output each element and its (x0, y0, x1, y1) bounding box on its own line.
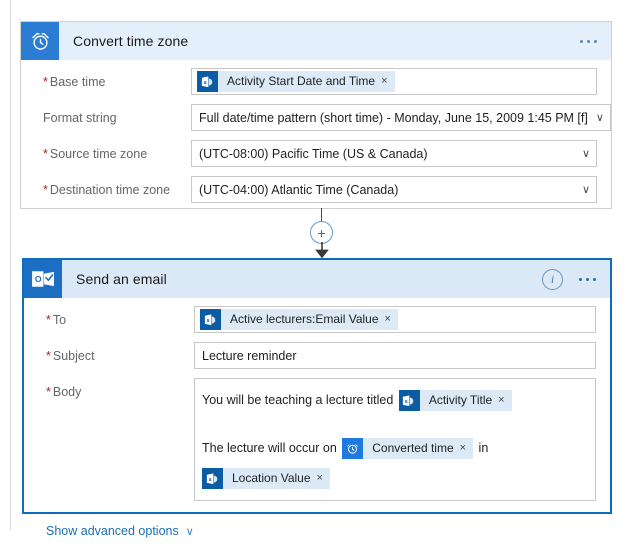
token-remove-icon[interactable]: × (385, 309, 398, 330)
svg-text:s: s (208, 477, 211, 483)
required-asterisk: * (46, 385, 51, 399)
svg-text:s: s (405, 399, 408, 405)
body-text: The lecture will occur on (202, 441, 341, 455)
token-remove-icon[interactable]: × (317, 468, 330, 489)
token-label: Activity Start Date and Time (227, 74, 376, 88)
field-label-to: * To (46, 313, 67, 327)
required-asterisk: * (43, 183, 48, 197)
field-row-subject: * Subject Lecture reminder (46, 342, 596, 369)
card-menu-button[interactable] (577, 274, 598, 285)
sharepoint-icon: s (197, 71, 218, 92)
dropdown-value: (UTC-08:00) Pacific Time (US & Canada) (199, 146, 428, 161)
sharepoint-icon: s (202, 468, 223, 490)
card-body: * Base time s Activity Start Date and Tim… (21, 60, 611, 213)
alarm-clock-icon (342, 438, 364, 460)
field-label-base-time: * Base time (43, 75, 106, 89)
svg-text:O: O (35, 274, 42, 284)
field-label-destination-time-zone: * Destination time zone (43, 183, 171, 197)
card-header-actions (578, 22, 599, 60)
field-row-source-time-zone: * Source time zone (UTC-08:00) Pacific Ti… (43, 140, 597, 167)
sharepoint-icon: s (200, 309, 221, 330)
subject-value: Lecture reminder (202, 348, 297, 363)
field-row-base-time: * Base time s Activity Start Date and Tim… (43, 68, 597, 95)
chevron-down-icon[interactable]: ∨ (588, 111, 604, 124)
info-icon[interactable]: i (542, 268, 563, 290)
body-line-1: You will be teaching a lecture titled s … (202, 385, 588, 415)
outlook-icon: O (24, 260, 62, 298)
body-line-3: s Location Value × (202, 463, 588, 493)
dynamic-token[interactable]: s Activity Title × (398, 390, 512, 412)
dynamic-token[interactable]: s Activity Start Date and Time × (197, 71, 395, 92)
field-row-destination-time-zone: * Destination time zone (UTC-04:00) Atlan… (43, 176, 597, 203)
field-label-source-time-zone: * Source time zone (43, 147, 148, 161)
chevron-down-icon: ∨ (185, 525, 194, 538)
action-card-convert-time-zone[interactable]: Convert time zone * Base time s Activity… (20, 21, 612, 209)
canvas-left-rule (10, 0, 11, 530)
body-input[interactable]: You will be teaching a lecture titled s … (194, 378, 596, 501)
required-asterisk: * (46, 349, 51, 363)
required-asterisk: * (46, 313, 51, 327)
field-row-to: * To s Active lecturers:Email Value × (46, 306, 596, 333)
svg-text:s: s (203, 80, 206, 86)
card-title: Convert time zone (73, 33, 189, 49)
sharepoint-icon: s (398, 390, 420, 412)
card-header[interactable]: Convert time zone (21, 22, 611, 60)
subject-input[interactable]: Lecture reminder (194, 342, 596, 369)
connector-line (321, 208, 322, 221)
card-header-actions: i (542, 260, 598, 298)
chevron-down-icon[interactable]: ∨ (574, 183, 590, 196)
body-blank-line (202, 415, 588, 433)
token-label: Activity Title (428, 393, 493, 408)
required-asterisk: * (43, 75, 48, 89)
destination-time-zone-dropdown[interactable]: (UTC-04:00) Atlantic Time (Canada) ∨ (191, 176, 597, 203)
field-label-format-string: Format string (43, 111, 117, 125)
dynamic-token[interactable]: s Location Value × (202, 468, 330, 490)
to-input[interactable]: s Active lecturers:Email Value × (194, 306, 596, 333)
token-label: Active lecturers:Email Value (230, 312, 379, 326)
dropdown-value: (UTC-04:00) Atlantic Time (Canada) (199, 182, 399, 197)
card-header[interactable]: O Send an email i (24, 260, 610, 298)
card-body: * To s Active lecturers:Email Value × * … (24, 298, 610, 552)
dynamic-token[interactable]: s Active lecturers:Email Value × (200, 309, 398, 330)
field-label-subject: * Subject (46, 349, 95, 363)
step-connector: + (304, 208, 340, 259)
field-row-format-string: Format string Full date/time pattern (sh… (43, 104, 611, 131)
alarm-clock-icon (21, 22, 59, 60)
token-remove-icon[interactable]: × (381, 71, 394, 92)
token-label: Location Value (232, 471, 311, 486)
show-advanced-options-link[interactable]: Show advanced options ∨ (46, 524, 194, 538)
format-string-dropdown[interactable]: Full date/time pattern (short time) - Mo… (191, 104, 611, 131)
show-advanced-options-label: Show advanced options (46, 524, 179, 538)
field-row-body: * Body You will be teaching a lecture tit… (46, 378, 596, 501)
base-time-input[interactable]: s Activity Start Date and Time × (191, 68, 597, 95)
required-asterisk: * (43, 147, 48, 161)
token-remove-icon[interactable]: × (460, 438, 473, 459)
token-label: Converted time (372, 441, 454, 456)
dynamic-token[interactable]: Converted time × (342, 438, 474, 460)
flow-designer-canvas: Convert time zone * Base time s Activity… (0, 0, 639, 538)
action-card-send-an-email[interactable]: O Send an email i * To s Active lecturer… (22, 258, 612, 538)
svg-text:s: s (206, 318, 209, 324)
body-line-2: The lecture will occur on Converted time (202, 433, 588, 463)
insert-new-step-button[interactable]: + (310, 221, 333, 244)
token-remove-icon[interactable]: × (498, 390, 511, 411)
chevron-down-icon[interactable]: ∨ (574, 147, 590, 160)
card-title: Send an email (76, 271, 167, 287)
card-menu-button[interactable] (578, 36, 599, 47)
dropdown-value: Full date/time pattern (short time) - Mo… (199, 110, 588, 125)
body-text: in (475, 441, 489, 455)
source-time-zone-dropdown[interactable]: (UTC-08:00) Pacific Time (US & Canada) ∨ (191, 140, 597, 167)
body-text: You will be teaching a lecture titled (202, 393, 397, 407)
field-label-body: * Body (46, 385, 82, 399)
